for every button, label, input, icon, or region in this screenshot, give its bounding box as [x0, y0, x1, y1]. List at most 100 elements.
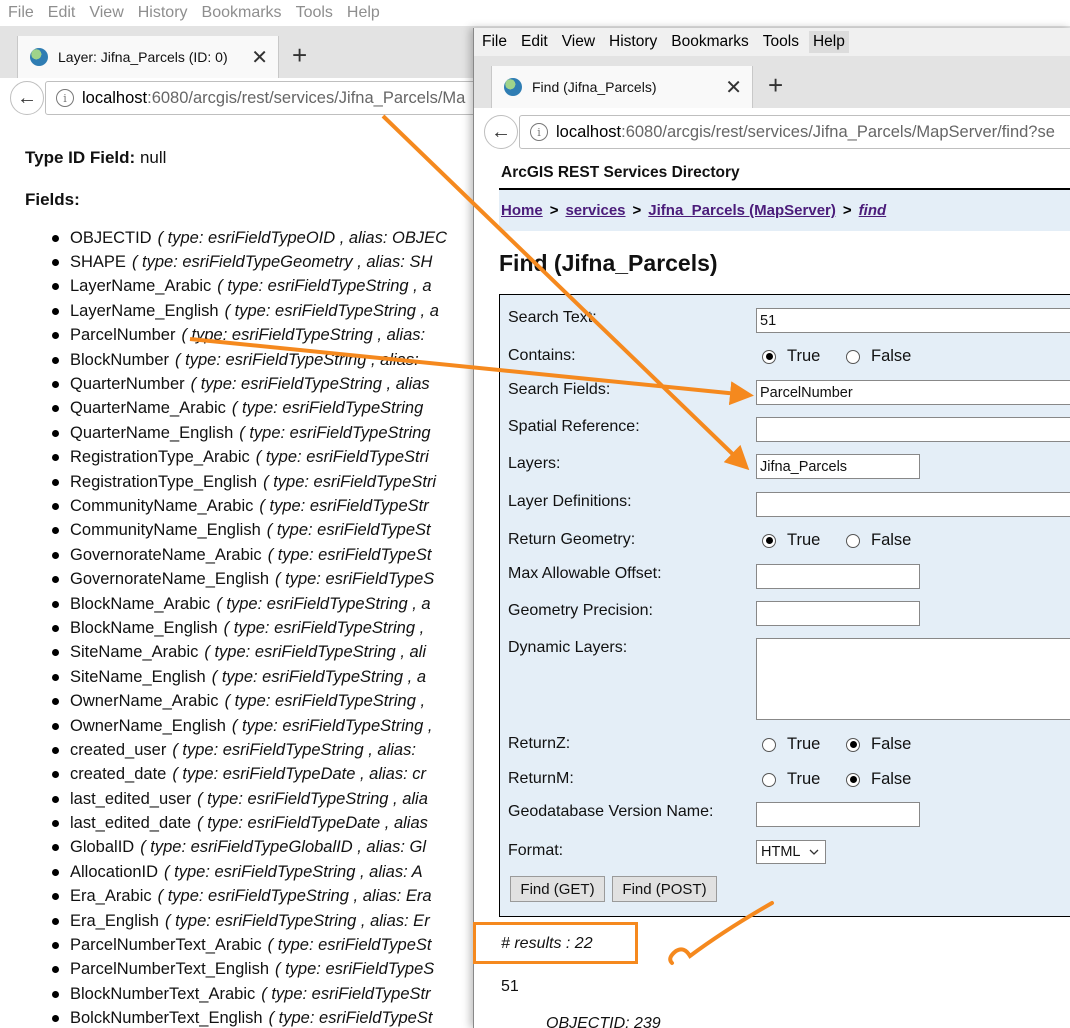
field-name: QuarterNumber	[70, 375, 185, 394]
menu-edit[interactable]: Edit	[48, 4, 76, 22]
field-item: GovernorateName_English ( type: esriField…	[52, 567, 447, 591]
gdb-version-label: Geodatabase Version Name:	[508, 803, 714, 820]
info-icon[interactable]: i	[530, 123, 548, 141]
radio-empty-icon	[762, 737, 776, 752]
radio-label: False	[871, 347, 912, 365]
menu-tools[interactable]: Tools	[296, 4, 333, 22]
field-meta: ( type: esriFieldTypeString , alias: Er	[164, 911, 430, 930]
search-fields-label: Search Fields:	[508, 381, 611, 398]
format-select[interactable]: HTML	[756, 840, 826, 864]
field-item: RegistrationType_Arabic ( type: esriField…	[52, 446, 447, 470]
dynamic-layers-textarea[interactable]	[756, 638, 1070, 720]
field-meta: ( type: esriFieldTypeString ,	[231, 716, 433, 735]
close-tab-icon[interactable]: ✕	[251, 45, 268, 70]
search-text-input[interactable]: 51	[756, 308, 1070, 333]
front-url-bar[interactable]: i localhost:6080/arcgis/rest/services/Ji…	[519, 115, 1070, 149]
field-name: BlockNumberText_Arabic	[70, 984, 256, 1003]
field-item: Era_Arabic ( type: esriFieldTypeString , …	[52, 885, 447, 909]
menu-history[interactable]: History	[138, 4, 188, 22]
field-item: QuarterName_English ( type: esriFieldType…	[52, 421, 447, 445]
new-tab-icon[interactable]: +	[292, 40, 307, 71]
field-meta: ( type: esriFieldTypeStr	[261, 984, 431, 1003]
globe-icon	[504, 78, 522, 96]
menu-edit[interactable]: Edit	[521, 33, 548, 51]
find-post-button[interactable]: Find (POST)	[612, 876, 717, 902]
field-item: AllocationID ( type: esriFieldTypeString …	[52, 860, 447, 884]
field-item: ParcelNumberText_English ( type: esriFiel…	[52, 958, 447, 982]
field-name: OwnerName_English	[70, 716, 226, 735]
returnz-true-radio[interactable]: True	[762, 735, 820, 754]
type-id-value: null	[139, 148, 167, 167]
back-url-host: localhost	[82, 88, 148, 107]
find-get-button[interactable]: Find (GET)	[510, 876, 605, 902]
field-item: CommunityName_Arabic ( type: esriFieldTyp…	[52, 494, 447, 518]
radio-selected-icon	[762, 349, 776, 364]
radio-selected-icon	[762, 533, 776, 548]
field-item: OwnerName_Arabic ( type: esriFieldTypeStr…	[52, 689, 447, 713]
field-item: BolckNumberText_English ( type: esriField…	[52, 1007, 447, 1028]
menu-view[interactable]: View	[562, 33, 595, 51]
menu-help[interactable]: Help	[808, 31, 849, 53]
field-name: last_edited_date	[70, 814, 192, 833]
field-meta: ( type: esriFieldTypeString ,	[223, 618, 425, 637]
return-geometry-false-radio[interactable]: False	[846, 531, 911, 550]
new-tab-icon[interactable]: +	[768, 70, 783, 101]
field-name: AllocationID	[70, 862, 159, 881]
returnm-true-radio[interactable]: True	[762, 770, 820, 789]
breadcrumb-service-link[interactable]: Jifna_Parcels (MapServer)	[648, 202, 836, 219]
field-item: SiteName_English ( type: esriFieldTypeStr…	[52, 665, 447, 689]
spatial-reference-input[interactable]	[756, 417, 1070, 442]
radio-selected-icon	[846, 772, 860, 787]
back-url-bar[interactable]: i localhost:6080/arcgis/rest/services/Ji…	[45, 81, 505, 115]
field-meta: ( type: esriFieldTypeString , alia	[197, 789, 428, 808]
contains-false-radio[interactable]: False	[846, 347, 911, 366]
back-tab[interactable]: Layer: Jifna_Parcels (ID: 0) ✕	[17, 36, 279, 78]
info-icon[interactable]: i	[56, 89, 74, 107]
search-fields-input[interactable]: ParcelNumber	[756, 380, 1070, 405]
field-name: Era_English	[70, 911, 159, 930]
spatial-reference-label: Spatial Reference:	[508, 418, 640, 435]
back-arrow-icon[interactable]: ←	[484, 115, 518, 149]
menu-bookmarks[interactable]: Bookmarks	[202, 4, 282, 22]
layers-input[interactable]: Jifna_Parcels	[756, 454, 920, 479]
menu-file[interactable]: File	[8, 4, 34, 22]
fields-heading: Fields:	[25, 190, 80, 209]
field-item: RegistrationType_English ( type: esriFiel…	[52, 470, 447, 494]
contains-true-radio[interactable]: True	[762, 347, 820, 366]
breadcrumb: Home > services > Jifna_Parcels (MapServ…	[499, 188, 1070, 231]
menu-view[interactable]: View	[89, 4, 123, 22]
returnm-false-radio[interactable]: False	[846, 770, 911, 789]
back-arrow-icon[interactable]: ←	[10, 81, 44, 115]
layer-definitions-input[interactable]	[756, 492, 1070, 517]
field-item: BlockNumberText_Arabic ( type: esriFieldT…	[52, 982, 447, 1006]
returnz-false-radio[interactable]: False	[846, 735, 911, 754]
max-offset-input[interactable]	[756, 564, 920, 589]
field-meta: ( type: esriFieldTypeString , alias: Era	[157, 887, 432, 906]
field-meta: ( type: esriFieldTypeS	[275, 570, 435, 589]
find-tab[interactable]: Find (Jifna_Parcels) ✕	[491, 66, 753, 108]
close-tab-icon[interactable]: ✕	[725, 75, 742, 100]
breadcrumb-services-link[interactable]: services	[565, 202, 625, 219]
menu-file[interactable]: File	[482, 33, 507, 51]
menu-history[interactable]: History	[609, 33, 657, 51]
radio-label: True	[787, 735, 821, 753]
search-text-label: Search Text:	[508, 309, 597, 326]
radio-empty-icon	[846, 349, 860, 364]
field-name: GovernorateName_Arabic	[70, 545, 262, 564]
find-page: ArcGIS REST Services Directory Home > se…	[474, 154, 1070, 1028]
field-meta: ( type: esriFieldTypeSt	[266, 521, 431, 540]
menu-tools[interactable]: Tools	[763, 33, 799, 51]
menu-bookmarks[interactable]: Bookmarks	[671, 33, 749, 51]
format-value: HTML	[761, 844, 801, 860]
field-name: RegistrationType_Arabic	[70, 448, 250, 467]
breadcrumb-home-link[interactable]: Home	[501, 202, 543, 219]
field-name: BlockName_English	[70, 618, 218, 637]
field-name: created_user	[70, 740, 167, 759]
menu-help[interactable]: Help	[347, 4, 380, 22]
gdb-version-input[interactable]	[756, 802, 920, 827]
geometry-precision-input[interactable]	[756, 601, 920, 626]
results-highlight-box	[473, 922, 638, 964]
breadcrumb-find-link[interactable]: find	[859, 202, 887, 219]
return-geometry-true-radio[interactable]: True	[762, 531, 820, 550]
field-item: BlockName_Arabic ( type: esriFieldTypeStr…	[52, 592, 447, 616]
